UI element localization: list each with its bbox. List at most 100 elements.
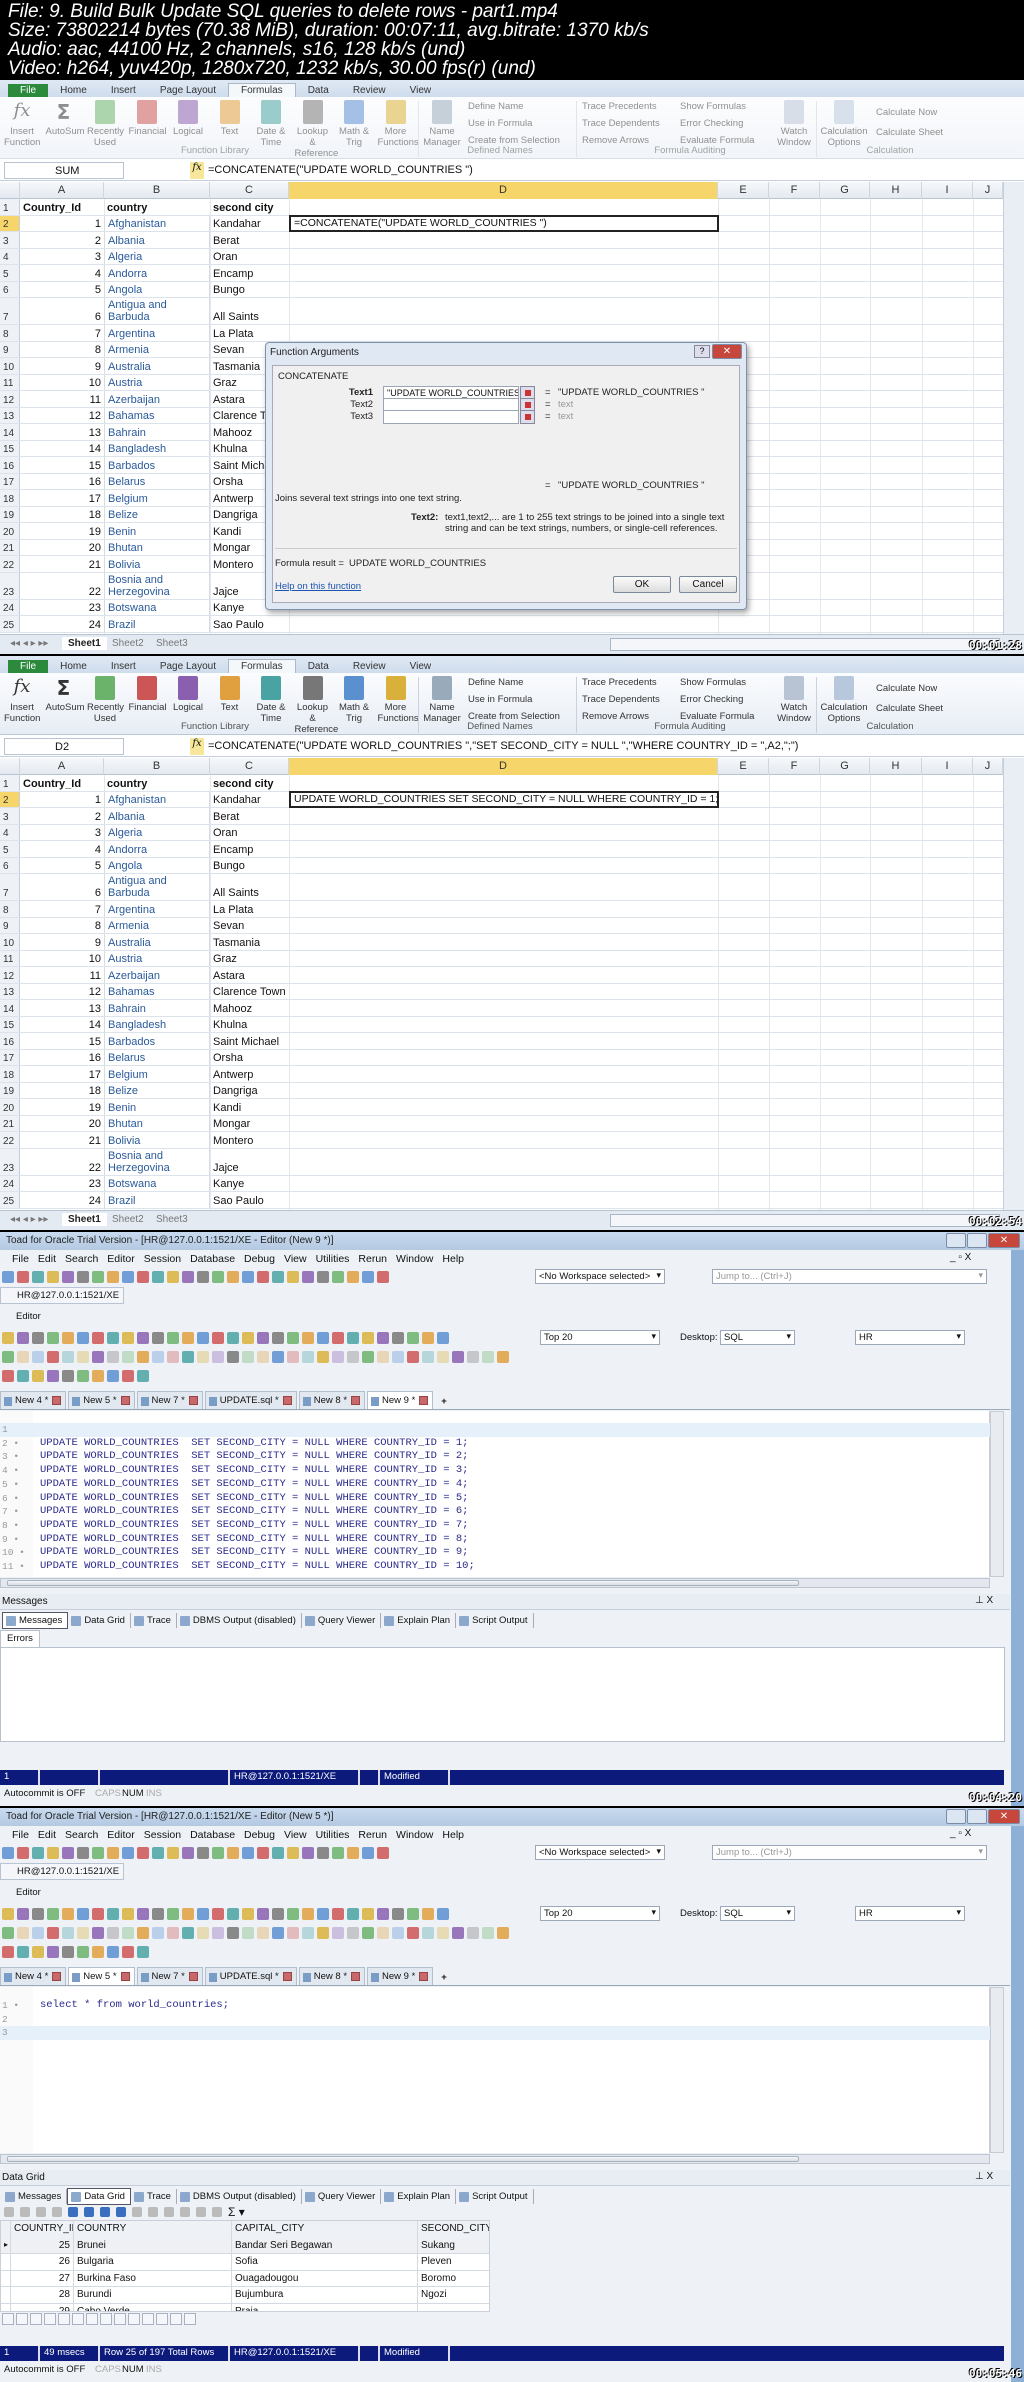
toolbar-icon[interactable] <box>482 1351 494 1363</box>
sheet-tab-sheet2[interactable]: Sheet2 <box>106 1213 150 1226</box>
toolbar-icon[interactable] <box>77 1927 89 1939</box>
toolbar-icon[interactable] <box>347 1332 359 1344</box>
row-header[interactable]: 14 <box>0 1000 20 1016</box>
toolbar-icon[interactable] <box>422 1351 434 1363</box>
ribbon-tab-file[interactable]: File <box>8 660 49 673</box>
toolbar-icon[interactable] <box>392 1927 404 1939</box>
cell-country[interactable]: Angola <box>104 857 210 873</box>
grid-column-header[interactable]: SECOND_CITY <box>418 2221 489 2238</box>
cell-country-id[interactable]: Country_Id <box>20 775 104 791</box>
scrollbar-thumb[interactable] <box>7 2156 799 2162</box>
cell-country[interactable]: Belarus <box>104 473 210 489</box>
toolbar-icon[interactable] <box>17 1927 29 1939</box>
sheet-tab-sheet1[interactable]: Sheet1 <box>62 1213 107 1226</box>
connection-tab[interactable]: HR@127.0.0.1:1521/XE <box>0 1287 125 1304</box>
cell-country[interactable]: Antigua and Barbuda <box>104 874 210 900</box>
insert-function-icon[interactable]: fx <box>190 738 204 755</box>
cell-country-id[interactable]: 2 <box>20 808 104 824</box>
toolbar-icon[interactable] <box>302 1847 314 1859</box>
toolbar-icon[interactable] <box>122 1351 134 1363</box>
cell-country[interactable]: Belize <box>104 1082 210 1098</box>
navigator-button[interactable] <box>114 2313 126 2325</box>
cell-second-city[interactable]: La Plata <box>210 325 289 341</box>
sheet-tab-sheet1[interactable]: Sheet1 <box>62 637 107 650</box>
toolbar-icon[interactable] <box>407 1908 419 1920</box>
maximize-button[interactable] <box>967 1233 987 1248</box>
panel-tab-dbms-output-disabled-[interactable]: DBMS Output (disabled) <box>177 1612 302 1628</box>
menu-database[interactable]: Database <box>190 1829 235 1841</box>
cell-second-city[interactable]: Kandahar <box>210 216 289 232</box>
cell-country[interactable]: Antigua and Barbuda <box>104 298 210 324</box>
toolbar-icon[interactable] <box>272 1351 284 1363</box>
toolbar-icon[interactable] <box>107 1847 119 1859</box>
tab-close-icon[interactable] <box>351 1395 361 1405</box>
ribbon-tab-view[interactable]: View <box>398 660 444 673</box>
toolbar-icon[interactable] <box>122 1908 134 1920</box>
grid-cell[interactable]: 28 <box>11 2287 74 2304</box>
cell-country[interactable]: Benin <box>104 1099 210 1115</box>
cell-country-id[interactable]: 13 <box>20 1000 104 1016</box>
toolbar-icon[interactable] <box>92 1271 104 1283</box>
toolbar-icon[interactable] <box>77 1332 89 1344</box>
top-rows-dropdown[interactable]: Top 20 <box>540 1906 660 1921</box>
toolbar-icon[interactable] <box>317 1351 329 1363</box>
toolbar-icon[interactable] <box>347 1927 359 1939</box>
column-header-f[interactable]: F <box>769 182 820 199</box>
grid-row[interactable]: ▸ 25 Brunei Bandar Seri Begawan Sukang <box>1 2237 489 2254</box>
cell-second-city[interactable]: Encamp <box>210 265 289 281</box>
cell-country-id[interactable]: 15 <box>20 457 104 473</box>
toolbar-icon[interactable] <box>362 1351 374 1363</box>
watch-window-button[interactable]: Watch Window <box>774 100 814 148</box>
sheet-tab-sheet3[interactable]: Sheet3 <box>150 1213 194 1226</box>
grid-cell[interactable]: Sofia <box>232 2254 418 2271</box>
cell-second-city[interactable]: Bungo <box>210 282 289 298</box>
grid-toolbar-icon[interactable] <box>52 2207 62 2217</box>
row-header[interactable]: 18 <box>0 490 20 506</box>
toolbar-icon[interactable] <box>17 1370 29 1382</box>
watch-window-button[interactable]: Watch Window <box>774 676 814 724</box>
grid-cell[interactable] <box>418 2304 489 2312</box>
panel-tab-messages[interactable]: Messages <box>2 1611 69 1629</box>
cell-country[interactable]: Botswana <box>104 599 210 615</box>
column-header-b[interactable]: B <box>104 182 210 199</box>
toolbar-icon[interactable] <box>377 1927 389 1939</box>
grid-cell[interactable]: Bulgaria <box>74 2254 232 2271</box>
menu-edit[interactable]: Edit <box>38 1829 56 1841</box>
toolbar-icon[interactable] <box>197 1927 209 1939</box>
code-text[interactable]: UPDATE WORLD_COUNTRIES SET SECOND_CITY =… <box>40 1450 468 1464</box>
cell-country[interactable]: Armenia <box>104 917 210 933</box>
cell-country[interactable]: Albania <box>104 232 210 248</box>
connection-tab[interactable]: HR@127.0.0.1:1521/XE <box>0 1863 125 1880</box>
row-header[interactable]: 18 <box>0 1066 20 1082</box>
toolbar-icon[interactable] <box>152 1332 164 1344</box>
navigator-button[interactable] <box>30 2313 42 2325</box>
toolbar-icon[interactable] <box>182 1332 194 1344</box>
toolbar-icon[interactable] <box>167 1332 179 1344</box>
ribbon-button-more-functions[interactable]: More Functions <box>378 100 419 148</box>
cell-second-city[interactable]: Saint Michael <box>210 1033 289 1049</box>
toolbar-icon[interactable] <box>137 1927 149 1939</box>
ribbon-trace-dependents[interactable]: Trace Dependents <box>582 118 660 129</box>
cell-country-id[interactable]: 10 <box>20 951 104 967</box>
ribbon-tab-formulas[interactable]: Formulas <box>228 83 296 97</box>
tab-close-icon[interactable] <box>188 1971 198 1981</box>
desktop-dropdown[interactable]: SQL <box>720 1330 795 1345</box>
toolbar-icon[interactable] <box>227 1351 239 1363</box>
formula-input[interactable]: =CONCATENATE("UPDATE WORLD_COUNTRIES ") <box>208 164 473 176</box>
grid-toolbar-icon[interactable] <box>196 2207 206 2217</box>
toolbar-icon[interactable] <box>407 1332 419 1344</box>
toolbar-icon[interactable] <box>227 1332 239 1344</box>
toolbar-icon[interactable] <box>317 1271 329 1283</box>
ribbon-tab-review[interactable]: Review <box>341 84 398 97</box>
toolbar-icon[interactable] <box>377 1908 389 1920</box>
grid-column-header[interactable]: COUNTRY <box>74 2221 232 2238</box>
name-manager-button[interactable]: Name Manager <box>422 676 462 724</box>
toolbar-icon[interactable] <box>167 1908 179 1920</box>
cell-country[interactable]: Belize <box>104 506 210 522</box>
grid-toolbar-icon[interactable] <box>20 2207 30 2217</box>
ribbon-tab-data[interactable]: Data <box>296 84 341 97</box>
toolbar-icon[interactable] <box>377 1271 389 1283</box>
grid-toolbar-icon[interactable] <box>68 2207 78 2217</box>
toolbar-icon[interactable] <box>107 1946 119 1958</box>
ribbon-error-checking[interactable]: Error Checking <box>680 118 743 129</box>
